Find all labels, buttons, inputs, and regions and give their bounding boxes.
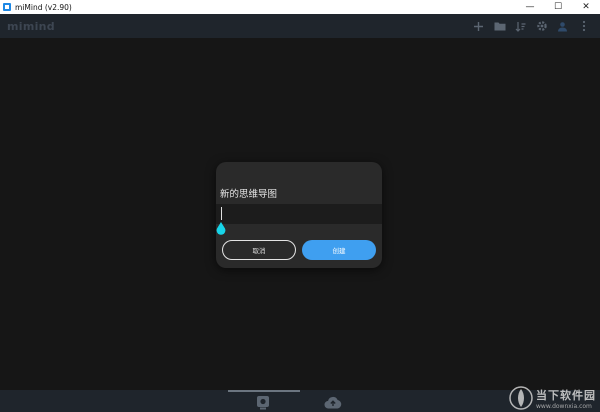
text-cursor-handle-icon[interactable] <box>216 222 226 235</box>
minimize-button[interactable]: — <box>516 0 544 14</box>
cancel-button[interactable]: 取消 <box>222 240 296 260</box>
app-logo: mimind <box>7 19 55 33</box>
mind-map-name-input[interactable] <box>216 204 382 224</box>
window-controls: — ☐ ✕ <box>516 0 600 14</box>
sort-icon[interactable] <box>510 14 531 38</box>
toolbar-actions <box>468 14 594 38</box>
cloud-upload-icon[interactable] <box>324 393 342 411</box>
text-caret <box>221 207 222 220</box>
maximize-button[interactable]: ☐ <box>544 0 572 14</box>
user-icon[interactable] <box>552 14 573 38</box>
create-button[interactable]: 创建 <box>302 240 376 260</box>
tab-indicator <box>228 390 300 392</box>
window-title: miMind (v2.90) <box>15 2 72 12</box>
watermark: 当下软件园 www.downxia.com <box>509 386 596 410</box>
new-mind-map-dialog: 新的思维导图 取消 创建 <box>216 162 382 268</box>
watermark-title: 当下软件园 <box>536 388 596 402</box>
app-toolbar: mimind <box>0 14 600 38</box>
watermark-url: www.downxia.com <box>536 402 592 410</box>
settings-icon[interactable] <box>531 14 552 38</box>
add-icon[interactable] <box>468 14 489 38</box>
app-icon <box>3 3 11 11</box>
watermark-logo-icon <box>509 386 533 410</box>
close-button[interactable]: ✕ <box>572 0 600 14</box>
folder-icon[interactable] <box>489 14 510 38</box>
more-vert-icon[interactable] <box>573 14 594 38</box>
dialog-title: 新的思维导图 <box>220 189 278 200</box>
local-device-icon[interactable] <box>254 393 272 411</box>
window-title-bar: miMind (v2.90) — ☐ ✕ <box>0 0 600 14</box>
